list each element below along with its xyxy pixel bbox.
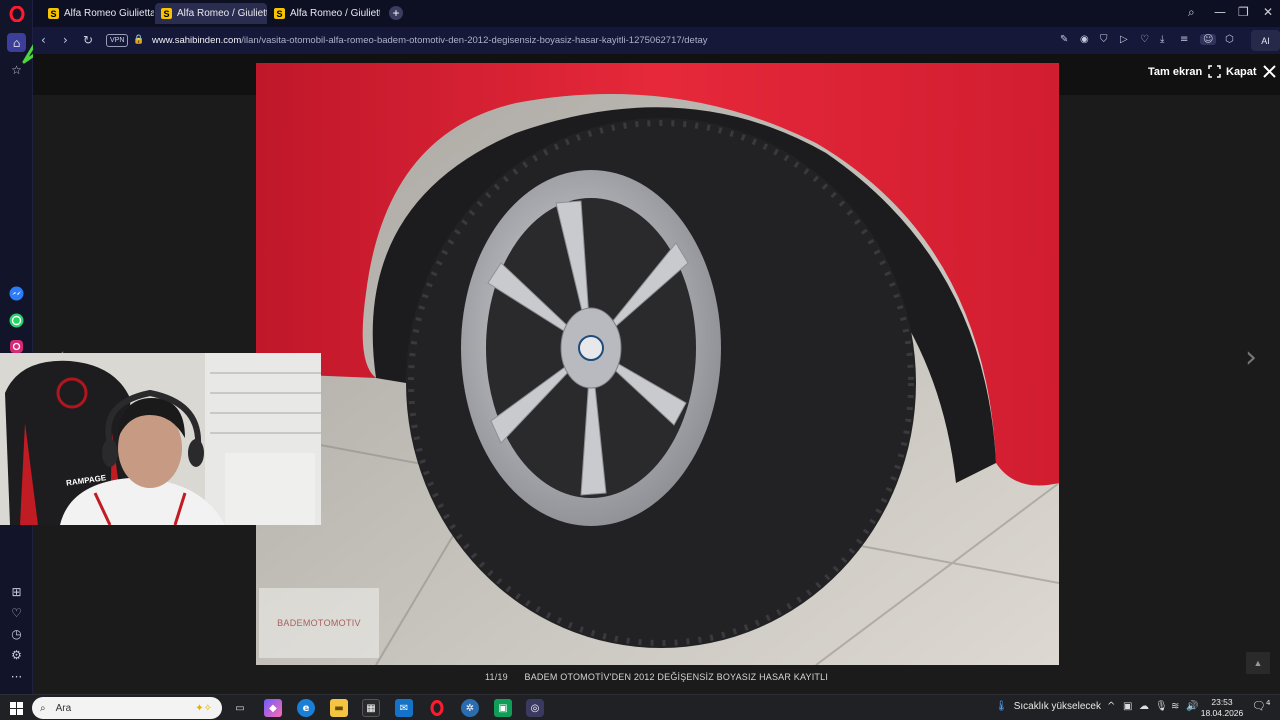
thermometer-icon: 🌡 bbox=[995, 701, 1008, 712]
dealer-watermark: BADEMOTOMOTIV bbox=[259, 588, 379, 658]
edit-icon[interactable]: ✎ bbox=[1060, 34, 1068, 45]
search-placeholder: Ara bbox=[55, 702, 72, 714]
heart-icon[interactable]: ♡ bbox=[1140, 34, 1149, 45]
opera-logo-icon[interactable] bbox=[7, 4, 26, 23]
ai-label: AI bbox=[1261, 35, 1270, 46]
address-bar: ‹ › ↻ VPN 🔒 www.sahibinden.com/ilan/vasi… bbox=[33, 27, 1280, 54]
close-viewer-button[interactable]: Kapat bbox=[1226, 65, 1276, 78]
notification-icon[interactable]: 🗨4 bbox=[1252, 699, 1270, 713]
clock-time: 23:53 bbox=[1211, 697, 1233, 707]
next-photo-icon[interactable]: › bbox=[1245, 340, 1257, 375]
url-domain: www.sahibinden.com bbox=[152, 35, 242, 46]
task-view-icon[interactable]: ▭ bbox=[231, 699, 249, 717]
tab-label: Alfa Romeo / Giulietta / 1 bbox=[177, 8, 267, 19]
close-icon bbox=[1262, 65, 1276, 78]
watermark-text: BADEMOTOMOTIV bbox=[277, 618, 361, 628]
back-icon[interactable]: ‹ bbox=[41, 33, 46, 47]
copilot-icon[interactable]: ◆ bbox=[264, 699, 282, 717]
more-icon[interactable]: ··· bbox=[7, 667, 26, 686]
tray-app-icon[interactable]: ▣ bbox=[1123, 701, 1132, 712]
ai-button[interactable]: AI bbox=[1251, 30, 1280, 51]
settings-gear-icon[interactable]: ⚙ bbox=[7, 645, 26, 664]
vpn-badge[interactable]: VPN bbox=[106, 34, 129, 47]
opera-sidebar: ⌂ ☆ ⊞ ♡ ◷ ⚙ ··· bbox=[0, 0, 33, 694]
url-path: /ilan/vasita-otomobil-alfa-romeo-badem-o… bbox=[241, 35, 708, 46]
volume-icon[interactable]: 🔊 bbox=[1186, 701, 1198, 712]
scroll-to-top-button[interactable]: ▲ bbox=[1246, 652, 1270, 674]
extensions-grid-icon[interactable]: ⊞ bbox=[7, 582, 26, 601]
clock[interactable]: 23:53 18.04.2026 bbox=[1200, 697, 1244, 719]
tab-search-icon[interactable]: ⌕ bbox=[1188, 5, 1195, 20]
heart-icon[interactable]: ♡ bbox=[7, 603, 26, 622]
tab-bar: S Alfa Romeo Giulietta 1.6 S Alfa Romeo … bbox=[33, 0, 1280, 27]
menu-icon[interactable]: ≡ bbox=[1180, 34, 1188, 45]
sahibinden-favicon-icon: S bbox=[161, 8, 172, 19]
file-explorer-icon[interactable]: ▬ bbox=[330, 699, 348, 717]
cube-icon[interactable]: ⬡ bbox=[1225, 34, 1234, 45]
weather-text: Sıcaklık yükselecek bbox=[1013, 701, 1101, 712]
green-app-icon[interactable]: ▣ bbox=[494, 699, 512, 717]
windows-start-icon[interactable] bbox=[7, 699, 25, 717]
caption-text: BADEM OTOMOTİV'DEN 2012 DEĞİŞENSİZ BOYAS… bbox=[524, 672, 829, 682]
tab-3[interactable]: S Alfa Romeo / Giulietta / 1 bbox=[268, 3, 380, 24]
weather-widget[interactable]: 🌡 Sıcaklık yükselecek bbox=[995, 701, 1101, 712]
network-app-icon[interactable]: ✲ bbox=[461, 699, 479, 717]
close-window-icon[interactable]: ✕ bbox=[1263, 5, 1273, 19]
camera-icon[interactable]: ◉ bbox=[1080, 34, 1089, 45]
sahibinden-favicon-icon: S bbox=[48, 8, 59, 19]
store-icon[interactable]: ▦ bbox=[362, 699, 380, 717]
wifi-icon[interactable]: ≋ bbox=[1171, 701, 1179, 712]
tray-chevron-icon[interactable]: ^ bbox=[1107, 701, 1115, 712]
whatsapp-icon[interactable] bbox=[7, 311, 26, 330]
fullscreen-button[interactable]: Tam ekran bbox=[1148, 65, 1221, 78]
tab-1[interactable]: S Alfa Romeo Giulietta 1.6 bbox=[42, 3, 154, 24]
microphone-icon[interactable]: 🎙 bbox=[1155, 701, 1168, 712]
minimize-icon[interactable]: — bbox=[1214, 5, 1226, 19]
tray-cloud-icon[interactable]: ☁ bbox=[1139, 701, 1149, 712]
taskbar: ⌕ Ara ✦✧ ▭ ◆ e ▬ ▦ ✉ ✲ ▣ ◎ 🌡 Sıcaklık yü… bbox=[0, 694, 1280, 720]
download-icon[interactable]: ⤓ bbox=[1160, 34, 1164, 45]
history-clock-icon[interactable]: ◷ bbox=[7, 624, 26, 643]
sahibinden-favicon-icon: S bbox=[274, 8, 285, 19]
taskbar-search[interactable]: ⌕ Ara ✦✧ bbox=[32, 697, 222, 719]
play-icon[interactable]: ▷ bbox=[1120, 34, 1128, 45]
edge-icon[interactable]: e bbox=[297, 699, 315, 717]
sparkle-icon: ✦✧ bbox=[195, 702, 212, 714]
url-field[interactable]: www.sahibinden.com/ilan/vasita-otomobil-… bbox=[152, 35, 708, 46]
tab-label: Alfa Romeo / Giulietta / 1 bbox=[290, 8, 380, 19]
search-icon: ⌕ bbox=[40, 702, 46, 714]
tab-label: Alfa Romeo Giulietta 1.6 bbox=[64, 8, 154, 19]
tab-2[interactable]: S Alfa Romeo / Giulietta / 1 bbox=[155, 3, 267, 24]
listing-photo bbox=[256, 63, 1059, 665]
profile-icon[interactable]: ☺ bbox=[1200, 34, 1217, 45]
restore-icon[interactable]: ❐ bbox=[1238, 5, 1249, 19]
reload-icon[interactable]: ↻ bbox=[83, 33, 93, 47]
notification-count: 4 bbox=[1265, 699, 1271, 707]
photo-counter: 11/19 bbox=[484, 672, 508, 682]
messenger-icon[interactable] bbox=[7, 284, 26, 303]
fullscreen-icon bbox=[1208, 65, 1221, 78]
shield-icon[interactable]: ⛉ bbox=[1100, 34, 1108, 45]
webcam-overlay: RAMPAGE bbox=[0, 353, 321, 525]
lock-icon[interactable]: 🔒 bbox=[133, 35, 144, 45]
close-label: Kapat bbox=[1226, 65, 1257, 78]
mail-icon[interactable]: ✉ bbox=[395, 699, 413, 717]
new-tab-button[interactable]: + bbox=[389, 6, 403, 20]
clock-date: 18.04.2026 bbox=[1200, 708, 1244, 718]
opera-taskbar-icon[interactable] bbox=[428, 699, 446, 717]
forward-icon[interactable]: › bbox=[63, 33, 68, 47]
opera-gx-icon[interactable]: ◎ bbox=[526, 699, 544, 717]
photo-caption: 11/19 BADEM OTOMOTİV'DEN 2012 DEĞİŞENSİZ… bbox=[33, 672, 1280, 692]
fullscreen-label: Tam ekran bbox=[1148, 65, 1203, 78]
